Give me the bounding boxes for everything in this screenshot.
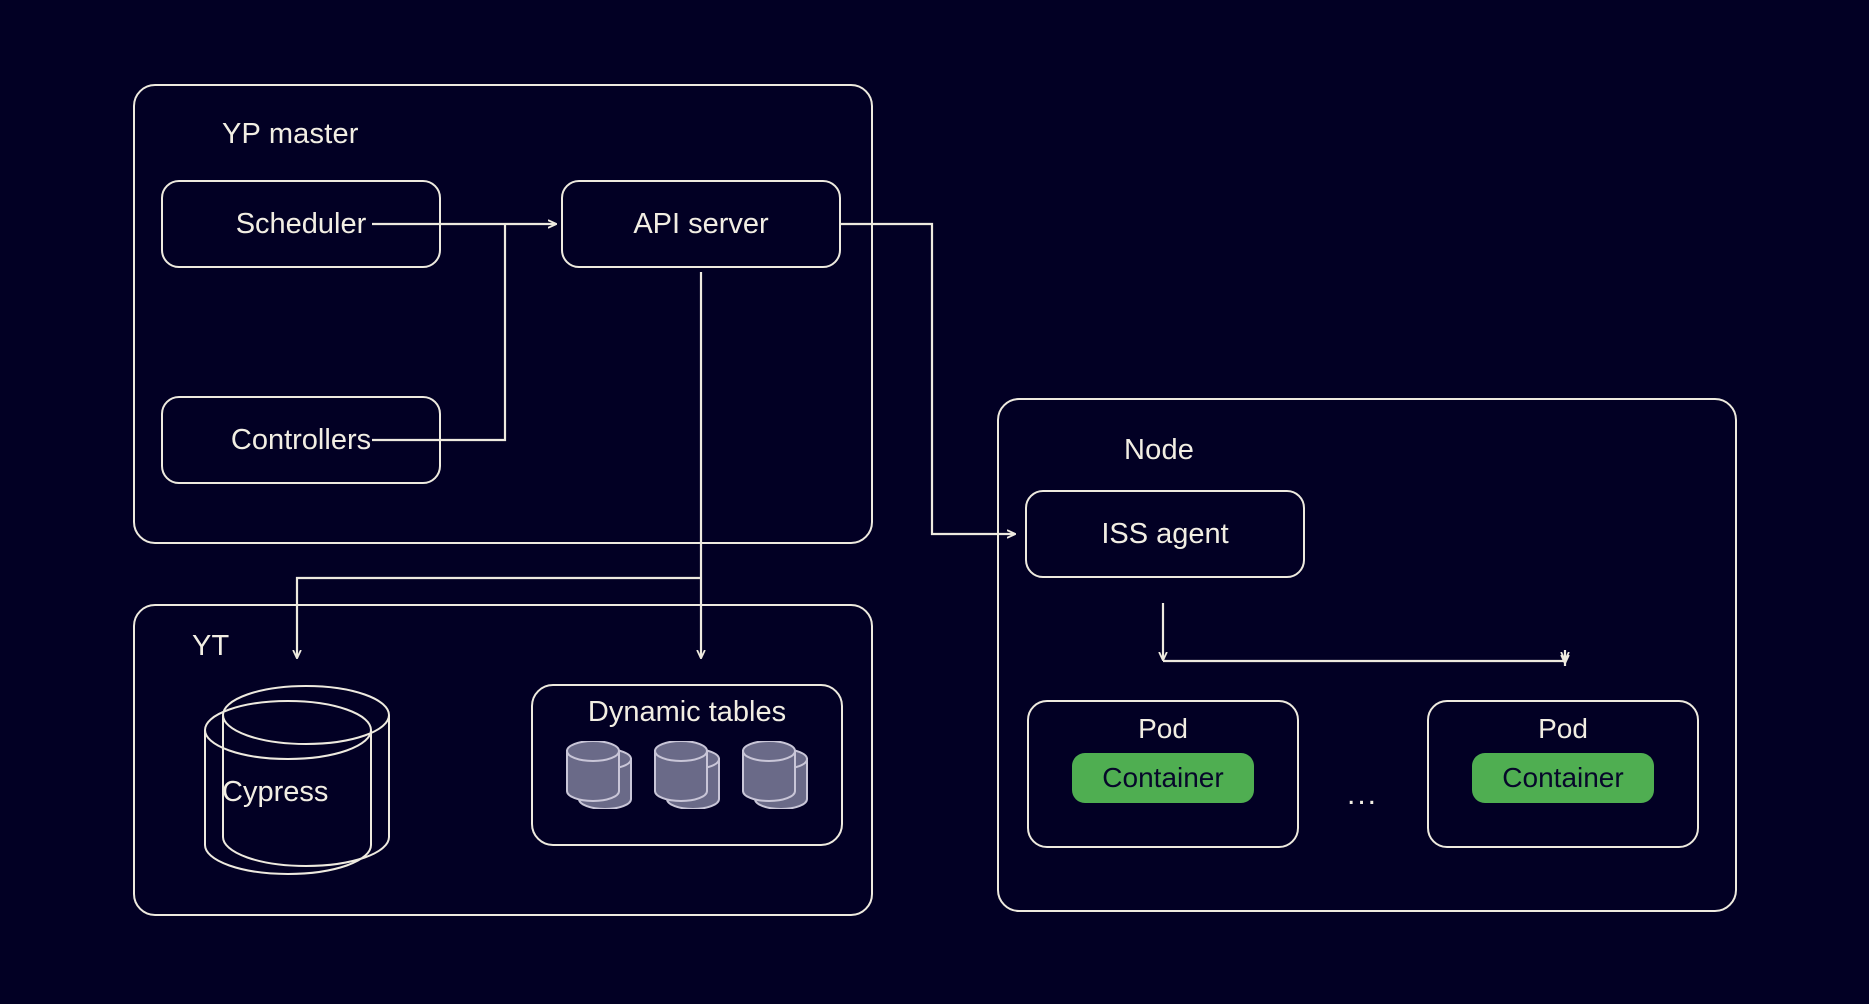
cypress-label: Cypress xyxy=(222,776,329,808)
node-label: Node xyxy=(1124,434,1195,466)
diagram-canvas: YP master Scheduler Controllers API serv… xyxy=(0,0,1869,1004)
scheduler-label: Scheduler xyxy=(235,207,367,240)
container-chip-2[interactable]: Container xyxy=(1472,752,1654,803)
pod-title-2: Pod xyxy=(1538,713,1588,744)
dynamic-tables-label: Dynamic tables xyxy=(587,696,787,728)
pod-title-1: Pod xyxy=(1138,713,1188,744)
controllers-label: Controllers xyxy=(230,423,372,456)
container-label-2: Container xyxy=(1502,761,1624,793)
api-server-box[interactable]: API server xyxy=(561,180,841,268)
pod-box-1[interactable]: Pod Container xyxy=(1027,700,1299,848)
controllers-box[interactable]: Controllers xyxy=(161,396,441,484)
yp-master-label: YP master xyxy=(222,118,359,150)
container-chip-1[interactable]: Container xyxy=(1072,752,1254,803)
api-server-label: API server xyxy=(633,207,769,240)
dyn-cylinder-1 xyxy=(566,741,632,809)
scheduler-box[interactable]: Scheduler xyxy=(161,180,441,268)
dyn-cylinder-2 xyxy=(654,741,720,809)
dynamic-tables-cylinders xyxy=(563,741,811,809)
dyn-cylinder-3 xyxy=(742,741,808,809)
pods-ellipsis-separator: ... xyxy=(1347,778,1379,811)
iss-agent-box[interactable]: ISS agent xyxy=(1025,490,1305,578)
pod-box-2[interactable]: Pod Container xyxy=(1427,700,1699,848)
yt-label: YT xyxy=(192,630,230,662)
container-label-1: Container xyxy=(1102,761,1224,793)
dynamic-tables-box[interactable]: Dynamic tables xyxy=(531,684,843,846)
iss-agent-label: ISS agent xyxy=(1101,517,1229,550)
